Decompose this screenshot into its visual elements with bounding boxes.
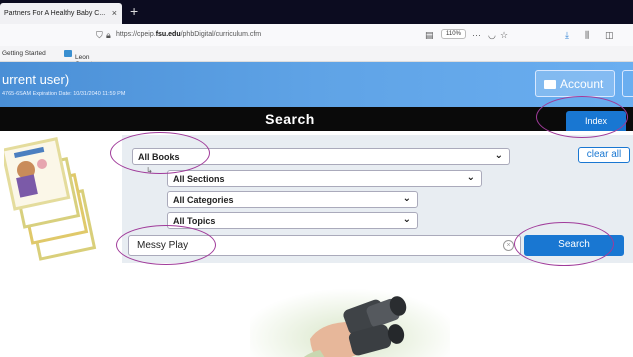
web-page: urrent user) 4765-6SAM Expiration Date: … [0,62,633,357]
topics-dropdown-value: All Topics [173,216,216,226]
clear-all-button[interactable]: clear all [578,147,630,163]
search-input[interactable]: Messy Play × [128,235,521,256]
bookmark-star-icon[interactable]: ☆ [500,30,508,41]
account-button[interactable]: Account [535,70,615,97]
sections-dropdown-value: All Sections [173,174,225,184]
tree-connector-icon: ↳ [146,166,153,175]
account-label: Account [560,77,604,91]
more-actions-icon[interactable]: ··· [472,30,481,40]
chevron-down-icon: ⌄ [494,150,503,161]
zoom-level[interactable]: 110% [441,29,466,39]
screen: Partners For A Healthy Baby C... × + ⛉ 🔒… [0,0,633,357]
topics-dropdown[interactable]: All Topics ⌄ [167,212,418,229]
categories-dropdown[interactable]: All Categories ⌄ [167,191,418,208]
download-icon[interactable]: ⤓ [565,30,569,41]
browser-tab[interactable]: Partners For A Healthy Baby C... × [0,3,122,24]
bookmark-getting-started[interactable]: Getting Started [2,50,46,57]
bookmarks-toolbar: Getting Started Leon County School... [0,46,633,75]
expiration-text: 4765-6SAM Expiration Date: 10/31/2040 11… [2,91,126,97]
current-user-label: urrent user) [2,72,70,87]
lock-icon: 🔒︎ [106,30,111,40]
search-button[interactable]: Search [524,235,624,256]
book-stack [4,137,97,261]
books-dropdown[interactable]: All Books ⌄ [132,148,510,165]
chevron-down-icon: ⌄ [466,172,475,183]
chevron-down-icon: ⌄ [402,193,411,204]
binoculars-illustration [250,284,450,357]
tab-title: Partners For A Healthy Baby C... [4,10,106,17]
page-icon[interactable]: ▤ [425,30,434,41]
header-extra-button[interactable] [622,70,633,97]
tab-close-icon[interactable]: × [112,8,117,18]
library-icon[interactable]: ⫼ [585,30,589,41]
sidebar-icon[interactable]: ◫ [605,30,614,41]
browser-tab-bar: Partners For A Healthy Baby C... × + [0,0,633,24]
url-text: https://cpeip.fsu.edu/phbDigital/curricu… [116,31,262,38]
clear-input-icon[interactable]: × [503,240,514,251]
books-illustration [4,137,97,261]
bookmark-folder-icon [64,50,72,57]
sections-dropdown[interactable]: All Sections ⌄ [167,170,482,187]
books-dropdown-value: All Books [138,152,180,162]
index-tab[interactable]: Index [566,111,626,131]
search-title: Search [265,111,315,127]
pocket-icon[interactable]: ◡ [488,30,496,41]
search-input-value: Messy Play [137,240,189,251]
folder-icon [544,80,556,89]
search-bar: Search Index [0,107,633,131]
browser-nav-bar: ⛉ 🔒︎ https://cpeip.fsu.edu/phbDigital/cu… [0,24,633,46]
address-bar[interactable]: ⛉ 🔒︎ https://cpeip.fsu.edu/phbDigital/cu… [96,27,436,43]
new-tab-button[interactable]: + [130,3,138,19]
bookmark-leon-county[interactable]: Leon County School... [64,50,100,75]
categories-dropdown-value: All Categories [173,195,234,205]
shield-icon: ⛉ [96,30,103,40]
chevron-down-icon: ⌄ [402,214,411,225]
site-header: urrent user) 4765-6SAM Expiration Date: … [0,62,633,107]
